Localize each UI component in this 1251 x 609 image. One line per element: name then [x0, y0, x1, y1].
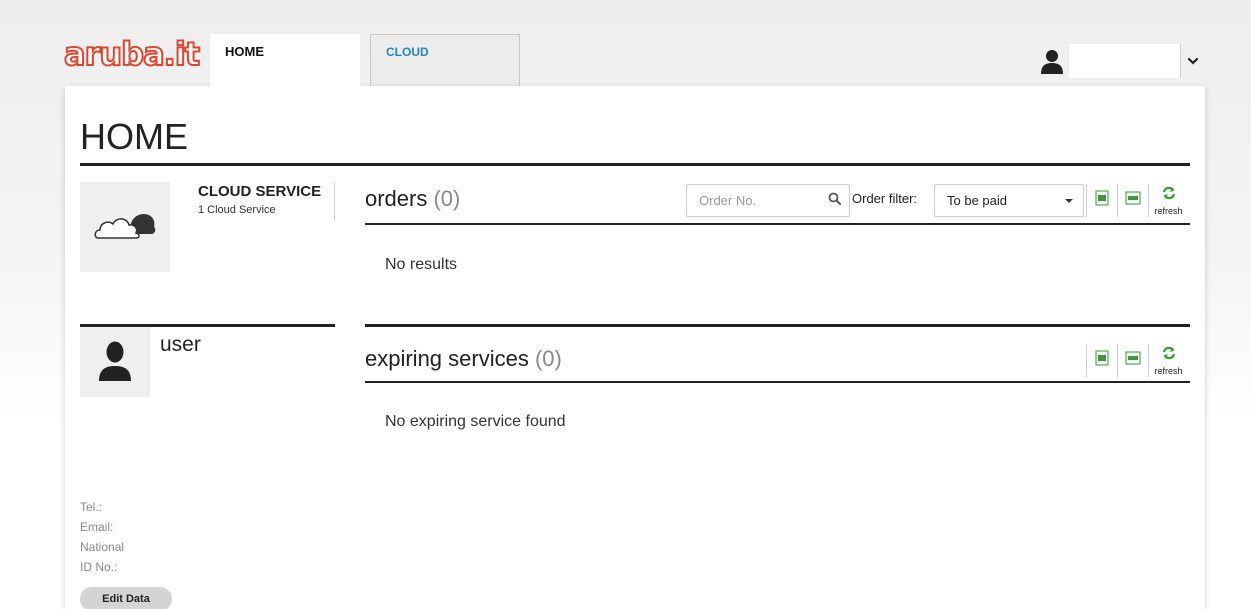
main-panel: HOME CLOUD SERVICE 1 Cloud Service order…: [65, 86, 1205, 609]
contact-email-label: Email:: [80, 520, 114, 534]
orders-heading: orders (0): [365, 186, 460, 212]
search-icon[interactable]: [828, 192, 841, 210]
avatar: [80, 327, 150, 397]
tab-home[interactable]: HOME: [210, 34, 360, 86]
title-divider: [80, 163, 1190, 166]
order-number-input[interactable]: [699, 193, 828, 208]
cloud-service-summary[interactable]: CLOUD SERVICE 1 Cloud Service: [198, 183, 335, 220]
services-toolbar: refresh: [1086, 344, 1188, 377]
contact-national-label: National: [80, 540, 125, 554]
cloud-service-count: 1 Cloud Service: [198, 204, 276, 216]
user-name-field: [1069, 44, 1181, 78]
edit-data-button[interactable]: Edit Data: [80, 587, 172, 609]
services-top-divider: [365, 324, 1190, 327]
tab-home-label: HOME: [225, 44, 264, 59]
orders-refresh-button[interactable]: refresh: [1148, 184, 1188, 217]
services-divider: [365, 381, 1190, 383]
page-title: HOME: [80, 116, 188, 157]
cloud-icon: [94, 208, 156, 247]
caret-down-icon: [1065, 198, 1073, 203]
expiring-services-count: (0): [534, 346, 562, 371]
orders-divider: [365, 223, 1190, 225]
excel-icon: [1095, 350, 1109, 371]
order-search[interactable]: [686, 184, 850, 217]
cloud-service-tile[interactable]: [80, 182, 170, 272]
contact-id-label: ID No.:: [80, 560, 118, 574]
contact-tel-label: Tel.:: [80, 500, 103, 514]
user-label: user: [160, 333, 201, 356]
services-export-csv-button[interactable]: [1117, 344, 1148, 377]
aruba-logo[interactable]: aruba.it: [63, 35, 201, 73]
services-empty-message: No expiring service found: [385, 413, 566, 430]
services-refresh-button[interactable]: refresh: [1148, 344, 1188, 377]
user-avatar-icon: [97, 339, 133, 386]
expiring-services-heading: expiring services (0): [365, 346, 562, 372]
refresh-icon: [1161, 186, 1177, 205]
services-export-excel-button[interactable]: [1086, 344, 1117, 377]
orders-title: orders: [365, 186, 428, 211]
orders-empty-message: No results: [385, 256, 458, 273]
orders-toolbar: refresh: [1086, 184, 1188, 217]
chevron-down-icon[interactable]: [1187, 56, 1199, 66]
orders-export-excel-button[interactable]: [1086, 184, 1117, 217]
order-filter-value: To be paid: [947, 193, 1007, 208]
order-filter-label: Order filter:: [852, 191, 918, 206]
user-icon: [1040, 48, 1064, 74]
csv-icon: [1125, 191, 1141, 210]
expiring-services-title: expiring services: [365, 346, 529, 371]
orders-refresh-label: refresh: [1154, 205, 1183, 216]
excel-icon: [1095, 190, 1109, 211]
services-refresh-label: refresh: [1154, 365, 1183, 376]
cloud-service-name: CLOUD SERVICE: [198, 183, 322, 200]
refresh-icon: [1161, 346, 1177, 365]
tab-cloud[interactable]: CLOUD: [370, 34, 520, 86]
orders-count: (0): [433, 186, 461, 211]
orders-export-csv-button[interactable]: [1117, 184, 1148, 217]
csv-icon: [1125, 351, 1141, 370]
user-menu[interactable]: [1040, 44, 1199, 78]
tab-cloud-label: CLOUD: [386, 45, 429, 59]
order-filter-select[interactable]: To be paid: [934, 184, 1084, 217]
